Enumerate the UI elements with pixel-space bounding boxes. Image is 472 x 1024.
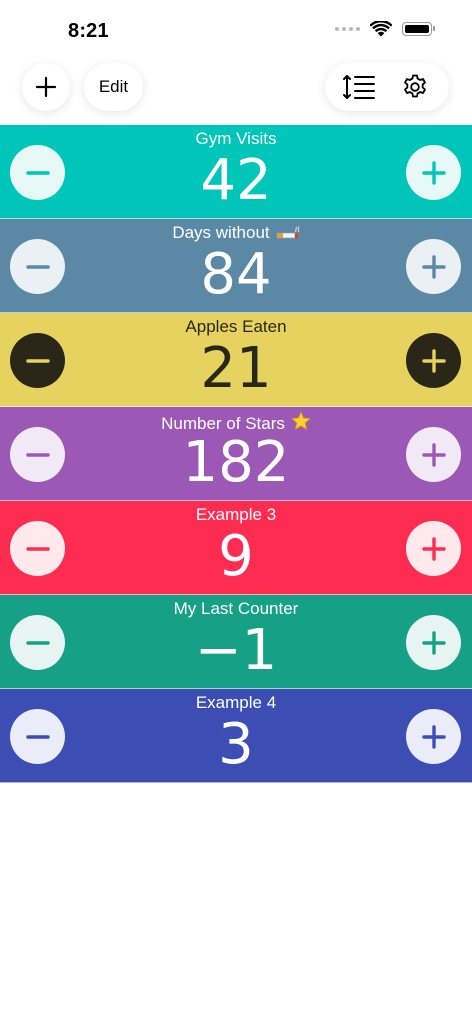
increment-button[interactable] xyxy=(406,521,461,576)
counter-title: My Last Counter xyxy=(173,599,299,618)
status-bar: 8:21 xyxy=(0,0,472,60)
counter-list: Gym Visits 42 Days without 84 Apples Eat… xyxy=(0,125,472,783)
wifi-icon xyxy=(370,21,392,37)
add-counter-button[interactable] xyxy=(22,63,70,111)
battery-icon xyxy=(402,22,435,36)
counter-value: 9 xyxy=(218,524,254,589)
plus-icon xyxy=(35,76,57,98)
counter-title: Gym Visits xyxy=(195,129,277,148)
counter-title: Example 3 xyxy=(195,505,277,524)
increment-button[interactable] xyxy=(406,427,461,482)
sort-button[interactable] xyxy=(337,65,381,109)
plus-icon xyxy=(421,348,446,373)
counter-value: 3 xyxy=(218,712,254,777)
gear-icon xyxy=(404,74,426,98)
counter-row: Example 3 9 xyxy=(0,501,472,595)
counter-value: 21 xyxy=(200,336,272,401)
status-time: 8:21 xyxy=(68,20,109,42)
toolbar-right-group xyxy=(325,63,449,111)
counter-row: Gym Visits 42 xyxy=(0,125,472,219)
counter-row: Days without 84 xyxy=(0,219,472,313)
edit-button[interactable]: Edit xyxy=(84,63,143,111)
plus-icon xyxy=(421,724,446,749)
sort-list-icon xyxy=(343,75,375,99)
plus-icon xyxy=(421,630,446,655)
plus-icon xyxy=(421,536,446,561)
cellular-signal-icon xyxy=(335,27,360,31)
status-icons xyxy=(335,21,435,37)
counter-value: 182 xyxy=(182,430,290,495)
counter-row: Example 4 3 xyxy=(0,689,472,783)
counter-value: 84 xyxy=(200,242,272,307)
counter-value: −1 xyxy=(194,618,278,683)
plus-icon xyxy=(421,160,446,185)
increment-button[interactable] xyxy=(406,709,461,764)
counter-title: Example 4 xyxy=(195,693,277,712)
increment-button[interactable] xyxy=(406,145,461,200)
counter-row: My Last Counter −1 xyxy=(0,595,472,689)
counter-row: Apples Eaten 21 xyxy=(0,313,472,407)
counter-row: Number of Stars 182 xyxy=(0,407,472,501)
counter-value: 42 xyxy=(200,148,272,213)
increment-button[interactable] xyxy=(406,333,461,388)
plus-icon xyxy=(421,254,446,279)
toolbar: Edit xyxy=(0,63,472,117)
plus-icon xyxy=(421,442,446,467)
cigarette-icon xyxy=(276,225,300,245)
increment-button[interactable] xyxy=(406,239,461,294)
increment-button[interactable] xyxy=(406,615,461,670)
settings-button[interactable] xyxy=(393,65,437,109)
counter-title: Apples Eaten xyxy=(185,317,287,336)
